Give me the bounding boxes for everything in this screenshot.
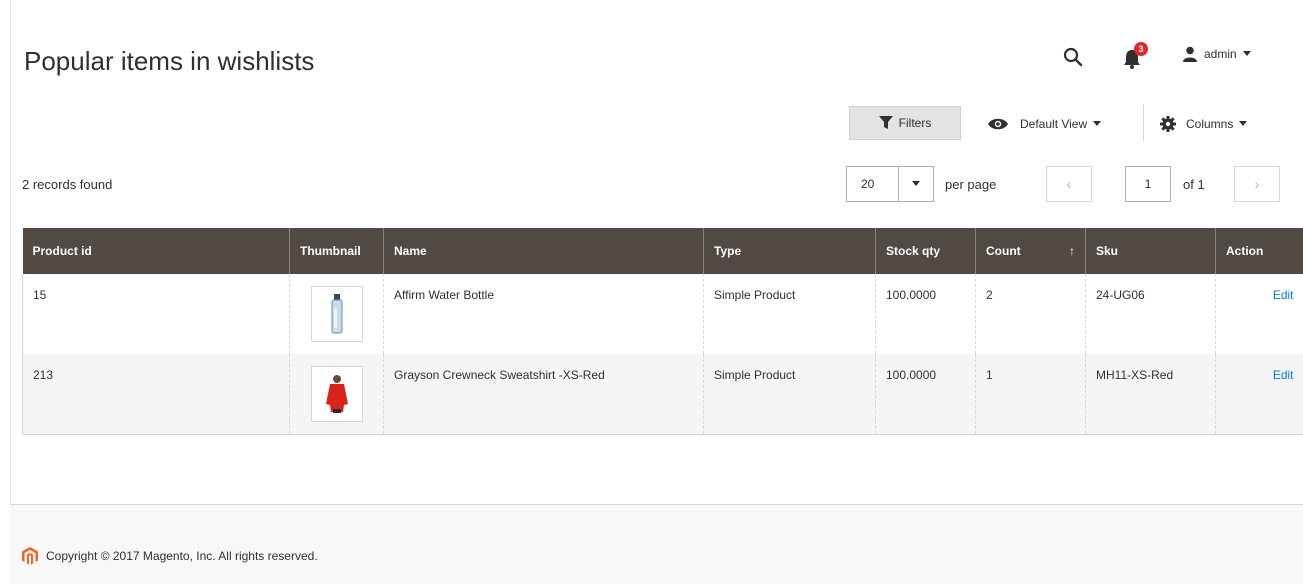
next-page-button[interactable]: › <box>1234 166 1280 202</box>
cell-product-id: 15 <box>22 274 290 354</box>
cell-type: Simple Product <box>703 274 876 354</box>
cell-count: 2 <box>975 274 1086 354</box>
per-page-value: 20 <box>861 177 875 191</box>
product-thumbnail[interactable] <box>310 366 363 422</box>
cell-thumbnail <box>289 354 384 435</box>
cell-count: 1 <box>975 354 1086 435</box>
column-header-sku[interactable]: Sku <box>1085 228 1216 274</box>
current-page-input[interactable] <box>1125 166 1171 202</box>
filters-label: Filters <box>898 116 932 130</box>
sort-ascending-icon: ↑ <box>1069 244 1075 258</box>
columns-label: Columns <box>1186 117 1234 131</box>
caret-down-icon <box>1239 121 1248 126</box>
cell-type: Simple Product <box>703 354 876 435</box>
previous-page-button[interactable]: ‹ <box>1046 166 1092 202</box>
chevron-left-icon: ‹ <box>1066 176 1072 192</box>
column-header-type[interactable]: Type <box>703 228 876 274</box>
grid-header-row: Product id Thumbnail Name Type Stock qty… <box>22 228 1303 274</box>
admin-sidebar-edge <box>0 0 11 584</box>
global-search-button[interactable] <box>1061 44 1085 70</box>
records-found-count: 2 records found <box>22 177 113 192</box>
cell-name: Grayson Crewneck Sweatshirt -XS-Red <box>383 354 704 435</box>
notification-count-badge: 3 <box>1134 42 1148 56</box>
edit-link[interactable]: Edit <box>1273 288 1294 302</box>
user-icon <box>1183 46 1197 62</box>
caret-down-icon <box>1093 121 1102 126</box>
table-row: 15 Affirm Water Bottle Simple Product 10… <box>22 274 1303 354</box>
per-page-select[interactable]: 20 <box>846 166 934 202</box>
chevron-right-icon: › <box>1254 176 1260 192</box>
column-header-product-id[interactable]: Product id <box>22 228 290 274</box>
funnel-icon <box>878 116 893 129</box>
cell-action: Edit <box>1215 274 1303 354</box>
eye-icon <box>988 118 1008 130</box>
column-header-name[interactable]: Name <box>383 228 704 274</box>
magento-logo-icon <box>22 547 38 565</box>
edit-link[interactable]: Edit <box>1273 368 1294 382</box>
caret-down-icon <box>912 181 921 186</box>
copyright-text: Copyright © 2017 Magento, Inc. All right… <box>46 549 318 563</box>
toolbar-divider <box>1143 104 1144 142</box>
column-header-count[interactable]: Count ↑ <box>975 228 1086 274</box>
column-header-thumbnail: Thumbnail <box>289 228 384 274</box>
user-name: admin <box>1204 47 1237 61</box>
red-sweatshirt-icon <box>325 375 348 413</box>
product-thumbnail[interactable] <box>310 286 363 342</box>
column-header-action: Action <box>1215 228 1303 274</box>
cell-product-id: 213 <box>22 354 290 435</box>
cell-sku: MH11-XS-Red <box>1085 354 1216 435</box>
total-pages-label: of 1 <box>1183 177 1205 192</box>
caret-down-icon <box>1242 51 1251 56</box>
default-view-dropdown[interactable]: Default View <box>988 112 1102 136</box>
per-page-toggle[interactable] <box>898 167 933 201</box>
table-row: 213 Grayson Crewneck Sweatshirt -XS-Red … <box>22 354 1303 435</box>
gear-icon <box>1160 116 1176 132</box>
column-header-stock-qty[interactable]: Stock qty <box>875 228 976 274</box>
view-label: Default View <box>1020 117 1088 131</box>
notifications-button[interactable]: 3 <box>1120 42 1150 70</box>
cell-stock-qty: 100.0000 <box>875 354 976 435</box>
wishlist-items-grid: Product id Thumbnail Name Type Stock qty… <box>22 228 1303 435</box>
footer-copyright: Copyright © 2017 Magento, Inc. All right… <box>22 547 318 565</box>
per-page-label: per page <box>945 177 997 192</box>
water-bottle-icon <box>331 294 342 334</box>
column-header-count-label: Count <box>986 244 1021 258</box>
cell-name: Affirm Water Bottle <box>383 274 704 354</box>
cell-thumbnail <box>289 274 384 354</box>
filters-button[interactable]: Filters <box>849 106 961 140</box>
search-icon <box>1063 47 1083 67</box>
cell-sku: 24-UG06 <box>1085 274 1216 354</box>
cell-action: Edit <box>1215 354 1303 435</box>
user-account-menu[interactable]: admin <box>1182 46 1251 62</box>
page-title: Popular items in wishlists <box>24 46 315 76</box>
cell-stock-qty: 100.0000 <box>875 274 976 354</box>
columns-dropdown[interactable]: Columns <box>1160 112 1248 136</box>
page-footer <box>10 505 1303 584</box>
